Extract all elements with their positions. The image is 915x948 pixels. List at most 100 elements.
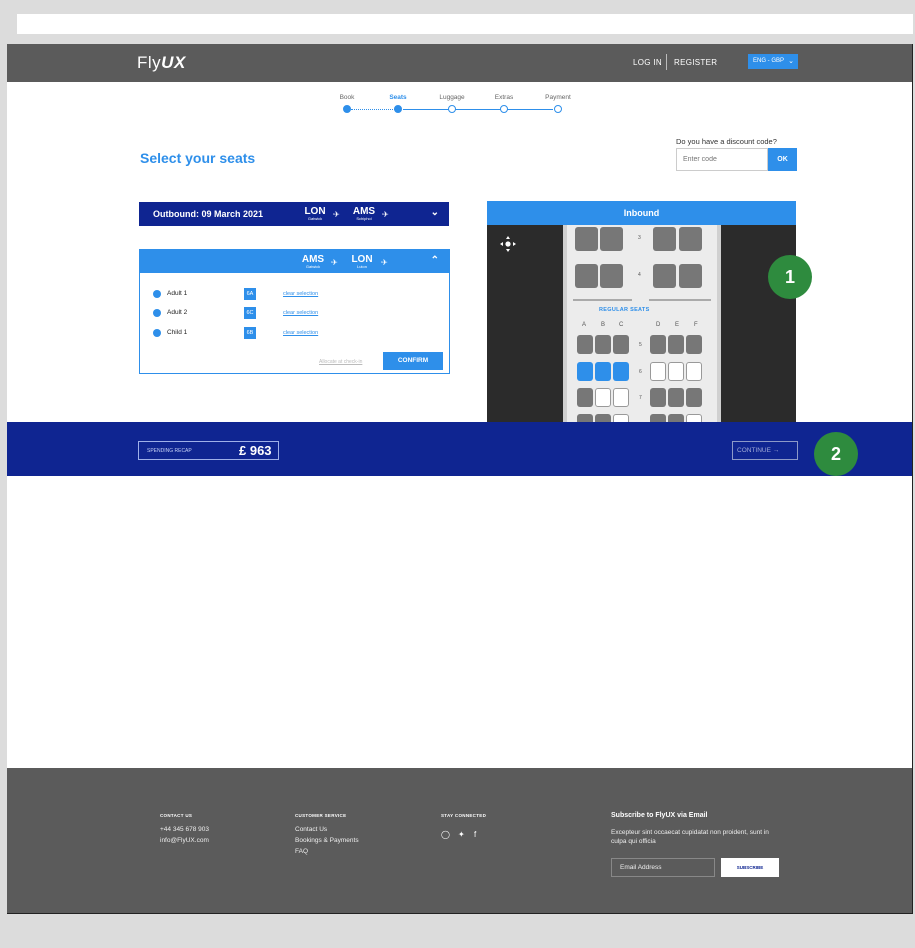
footer-phone[interactable]: +44 345 678 903 (160, 826, 209, 833)
passenger-name: Adult 1 (167, 290, 188, 297)
discount-code-input[interactable] (676, 148, 768, 171)
subscribe-email-input[interactable]: Email Address (611, 858, 715, 877)
step-luggage-dot[interactable] (448, 105, 456, 113)
seat-selected[interactable] (595, 362, 611, 381)
register-link[interactable]: REGISTER (674, 58, 717, 67)
move-icon[interactable] (499, 235, 517, 253)
section-divider (573, 299, 632, 301)
screenshot-frame: FlyUX LOG IN REGISTER ENG - GBP ⌄ Book Se… (0, 0, 915, 948)
seat[interactable] (600, 227, 623, 251)
booking-stepper: Book Seats Luggage Extras Payment (329, 94, 571, 124)
footer-heading: CONTACT US (160, 813, 193, 818)
landing-icon: ✈ (382, 210, 389, 219)
seat-badge[interactable]: 6B (244, 327, 256, 339)
logo[interactable]: FlyUX (137, 53, 186, 73)
seat-map-panel: Inbound 3 4 REGULAR SEATS A B C D E F 5 … (487, 201, 796, 423)
footer-email[interactable]: info@FlyUX.com (160, 837, 209, 844)
row-number: 5 (639, 342, 642, 348)
language-value: ENG - GBP (753, 58, 785, 64)
inbound-destination: LON Luton (347, 254, 377, 269)
step-seats-label[interactable]: Seats (373, 94, 423, 101)
footer-link[interactable]: Contact Us (295, 826, 327, 833)
section-divider (649, 299, 711, 301)
clear-selection-link[interactable]: clear selection (283, 310, 318, 316)
footer-link[interactable]: FAQ (295, 848, 308, 855)
instagram-icon[interactable]: ◯ (441, 830, 450, 839)
clear-selection-link[interactable]: clear selection (283, 330, 318, 336)
seat[interactable] (653, 227, 676, 251)
inbound-flight-bar[interactable]: AMS Gatwick ✈ LON Luton ✈ ⌃ (140, 250, 449, 273)
twitter-icon[interactable]: ✦ (458, 830, 465, 839)
clear-selection-link[interactable]: clear selection (283, 291, 318, 297)
step-extras-dot[interactable] (500, 105, 508, 113)
seat-selected[interactable] (577, 362, 593, 381)
seat[interactable] (650, 335, 666, 354)
seat-available[interactable] (668, 362, 684, 381)
takeoff-icon: ✈ (331, 258, 338, 267)
step-book-dot[interactable] (343, 105, 351, 113)
seat[interactable] (679, 264, 702, 288)
seat[interactable] (575, 227, 598, 251)
seat-selected[interactable] (613, 362, 629, 381)
row-number: 3 (638, 235, 641, 241)
footer-link[interactable]: Bookings & Payments (295, 837, 359, 844)
column-label: D (656, 322, 661, 328)
seat-available[interactable] (650, 362, 666, 381)
language-select[interactable]: ENG - GBP ⌄ (748, 54, 798, 69)
spending-recap[interactable]: SPENDING RECAP £ 963 (138, 441, 279, 460)
column-label: E (675, 322, 680, 328)
footer-heading: CUSTOMER SERVICE (295, 813, 347, 818)
seat[interactable] (686, 335, 702, 354)
seat[interactable] (650, 388, 666, 407)
passenger-dot-icon (153, 290, 161, 298)
step-extras-label[interactable]: Extras (479, 94, 529, 101)
seat[interactable] (600, 264, 623, 288)
seat-badge[interactable]: 6C (244, 307, 256, 319)
passenger-name: Child 1 (167, 329, 188, 336)
confirm-button[interactable]: CONFIRM (383, 352, 443, 370)
step-book-label[interactable]: Book (322, 94, 372, 101)
step-payment-dot[interactable] (554, 105, 562, 113)
outbound-origin: LON Gatwick (300, 206, 330, 221)
seat[interactable] (577, 388, 593, 407)
subscribe-button[interactable]: SUBSCRIBE (721, 858, 779, 877)
cabin-wall (717, 225, 721, 423)
step-seats-dot[interactable] (394, 105, 402, 113)
column-label: B (601, 322, 606, 328)
facebook-icon[interactable]: f (474, 830, 476, 839)
seat[interactable] (613, 335, 629, 354)
discount-ok-button[interactable]: OK (768, 148, 797, 171)
spending-recap-bar: SPENDING RECAP £ 963 CONTINUE → (7, 422, 912, 476)
footer-heading: STAY CONNECTED (441, 813, 487, 818)
page: FlyUX LOG IN REGISTER ENG - GBP ⌄ Book Se… (7, 44, 913, 914)
continue-button[interactable]: CONTINUE → (732, 441, 798, 460)
chevron-down-icon[interactable]: ⌄ (431, 207, 439, 218)
inbound-origin: AMS Gatwick (298, 254, 328, 269)
row-number: 6 (639, 369, 642, 375)
subscribe-text: Excepteur sint occaecat cupidatat non pr… (611, 829, 769, 845)
seat[interactable] (595, 335, 611, 354)
seat[interactable] (679, 227, 702, 251)
seat[interactable] (686, 388, 702, 407)
seat[interactable] (575, 264, 598, 288)
step-luggage-label[interactable]: Luggage (427, 94, 477, 101)
outbound-flight-bar[interactable]: Outbound: 09 March 2021 LON Gatwick ✈ AMS… (139, 202, 449, 226)
seat[interactable] (668, 335, 684, 354)
seat[interactable] (653, 264, 676, 288)
seat-available[interactable] (613, 388, 629, 407)
annotation-badge: 2 (814, 432, 858, 476)
step-connector (403, 109, 553, 110)
step-payment-label[interactable]: Payment (533, 94, 583, 101)
allocate-at-checkin-link[interactable]: Allocate at check-in (319, 359, 362, 365)
seat[interactable] (668, 388, 684, 407)
seat-available[interactable] (595, 388, 611, 407)
column-label: A (582, 322, 587, 328)
inbound-passenger-card: AMS Gatwick ✈ LON Luton ✈ ⌃ Adult 1 6A cle… (139, 249, 450, 374)
seat-available[interactable] (686, 362, 702, 381)
seat-badge[interactable]: 6A (244, 288, 256, 300)
browser-address-bar[interactable] (17, 14, 913, 34)
seat[interactable] (577, 335, 593, 354)
login-link[interactable]: LOG IN (633, 58, 662, 67)
seat-map-title: Inbound (487, 201, 796, 225)
chevron-up-icon[interactable]: ⌃ (431, 255, 439, 266)
